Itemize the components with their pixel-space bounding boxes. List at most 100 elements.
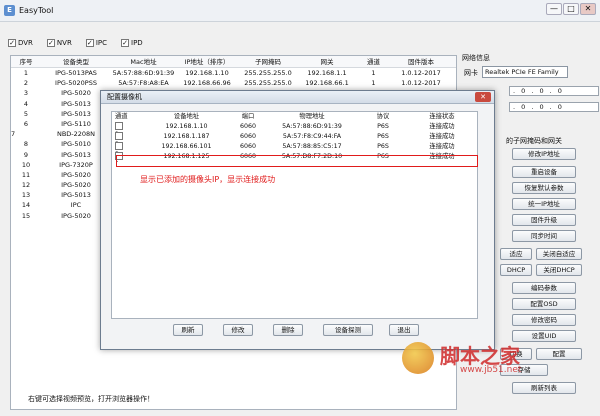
checkbox-icon[interactable] [115, 142, 123, 150]
camera-cell: P6S [377, 123, 389, 130]
panel-button[interactable]: 修改密码 [512, 314, 576, 326]
panel-button[interactable]: 恢复默认参数 [512, 182, 576, 194]
table-cell: 1 [371, 79, 376, 88]
checkbox-icon[interactable]: ✓ [8, 39, 16, 47]
dialog-button[interactable]: 修改 [223, 324, 253, 336]
panel-button[interactable]: DHCP [500, 264, 532, 276]
table-cell: 10 [21, 160, 31, 169]
table-cell: 192.168.66.96 [183, 79, 231, 88]
camera-cell: 连接成功 [429, 143, 455, 150]
table-cell: 3 [23, 89, 29, 98]
watermark-url: www.jb51.net [460, 365, 522, 375]
checkbox-icon[interactable] [115, 122, 123, 130]
panel-button[interactable]: 固件升级 [512, 214, 576, 226]
table-cell: 9 [23, 150, 29, 159]
table-cell: 6 [23, 119, 29, 128]
camera-cell: 2 [112, 132, 144, 142]
filter-nvr[interactable]: ✓ NVR [46, 37, 72, 49]
table-cell: 12 [21, 181, 31, 190]
column-header: 序号 [19, 58, 33, 66]
panel-button[interactable]: 适应 [500, 248, 532, 260]
minimize-button[interactable]: — [546, 3, 562, 15]
column-header: 端口 [241, 113, 255, 120]
camera-row[interactable]: 2 192.168.1.187 6060 5A:57:F8:C9:44:FA P6S 连接… [112, 132, 477, 142]
dialog-close-button[interactable]: ✕ [475, 92, 491, 102]
dialog-title-bar: 配置摄像机 ✕ [101, 91, 494, 104]
table-row[interactable]: 1 IPG-5013PAS 5A:57:88:6D:91:39 192.168.1.1… [11, 68, 456, 78]
table-cell: 14 [21, 201, 31, 210]
table-cell: 2 [23, 79, 29, 88]
table-cell: 5 [23, 109, 29, 118]
ip-field[interactable]: . 0 . 0 . 0 [509, 86, 599, 96]
column-header: 通道 [367, 58, 380, 66]
dialog-button[interactable]: 设备探测 [323, 324, 373, 336]
checkbox-icon[interactable]: ✓ [85, 39, 94, 47]
filter-ipd[interactable]: ✓ IPD [121, 37, 143, 49]
dialog-button[interactable]: 退出 [389, 324, 419, 336]
camera-cell: 6060 [239, 133, 257, 140]
camera-row[interactable]: 3 192.168.66.101 6060 5A:57:88:85:C5:17 P6S 连… [112, 142, 477, 152]
camera-row[interactable]: 1 192.168.1.10 6060 5A:57:88:6D:91:39 P6S 连接成… [112, 122, 477, 132]
title-bar: E EasyTool — □ ✕ [0, 0, 600, 22]
table-cell: IPG-5020PSS [55, 79, 97, 88]
column-header: 网关 [320, 58, 334, 66]
panel-button[interactable]: 统一IP地址 [512, 198, 576, 210]
checkbox-icon[interactable] [115, 132, 123, 140]
nic-select[interactable]: Realtek PCIe FE Family [482, 66, 568, 78]
watermark-logo-icon [402, 342, 434, 374]
panel-button[interactable]: 修改IP地址 [512, 148, 576, 160]
app-title: EasyTool [19, 6, 54, 15]
dialog-button[interactable]: 删除 [273, 324, 303, 336]
table-cell: 255.255.255.0 [244, 79, 292, 88]
column-header: 协议 [376, 113, 390, 120]
table-cell: 5A:57:88:6D:91:39 [112, 69, 175, 77]
table-cell: 1 [371, 69, 376, 77]
camera-cell: P6S [377, 133, 389, 140]
checkbox-icon[interactable]: ✓ [121, 39, 129, 47]
device-filter-row: ✓ DVR ✓ NVR ✓ IPC ✓ IPD [8, 37, 143, 49]
checkbox-icon[interactable]: ✓ [46, 39, 55, 47]
table-cell: 192.168.1.1 [307, 69, 347, 77]
table-cell: 15 [21, 211, 31, 220]
table-cell: 1 [23, 69, 29, 77]
panel-button[interactable]: 关闭DHCP [536, 264, 582, 276]
nic-label: 网卡 [464, 69, 478, 77]
panel-button[interactable]: 配置OSD [512, 298, 576, 310]
table-cell: 7 [11, 130, 16, 139]
maximize-button[interactable]: □ [563, 3, 579, 15]
panel-button[interactable]: 关闭自适应 [536, 248, 582, 260]
camera-cell: 连接成功 [429, 123, 455, 130]
table-cell: 192.168.66.1 [305, 79, 349, 88]
camera-cell: 5A:57:88:6D:91:39 [282, 123, 342, 130]
table-header: 序号 设备类型 Mac地址 IP地址（排序） 子网掩码 网关 通道 固件版本 [11, 56, 456, 68]
table-cell: 8 [23, 140, 29, 149]
column-header: 固件版本 [408, 58, 434, 66]
camera-cell: 6060 [239, 123, 257, 130]
camera-cell: 3 [112, 142, 144, 152]
camera-cell: 6060 [239, 143, 257, 150]
table-cell: 255.255.255.0 [244, 69, 292, 77]
table-row[interactable]: 2 IPG-5020PSS 5A:57:F8:A8:EA 192.168.66.96 2… [11, 78, 456, 88]
camera-cell: 192.168.66.101 [161, 143, 212, 150]
table-cell: 11 [21, 170, 31, 179]
network-section-title: 网络信息 [462, 54, 490, 62]
dialog-button[interactable]: 刷新 [173, 324, 203, 336]
table-cell: 5A:57:F8:A8:EA [118, 79, 169, 88]
app-logo-icon: E [4, 5, 15, 16]
panel-button[interactable]: 重启设备 [512, 166, 576, 178]
camera-cell: P6S [377, 143, 389, 150]
filter-label: IPC [95, 39, 107, 47]
camera-cell: 5A:57:F8:C9:44:FA [282, 133, 342, 140]
app-window: E EasyTool — □ ✕ ✓ DVR ✓ NVR ✓ IPC ✓ IPD 序号设… [0, 0, 600, 416]
status-text: 右键可选择视频预览，打开浏览器操作！ [28, 395, 154, 403]
filter-label: DVR [18, 39, 33, 47]
table-cell: 13 [21, 191, 31, 200]
column-header: 子网掩码 [255, 58, 281, 66]
panel-button[interactable]: 同步时间 [512, 230, 576, 242]
filter-ipc[interactable]: ✓ IPC [85, 37, 107, 49]
panel-button[interactable]: 编码参数 [512, 282, 576, 294]
mask-field[interactable]: . 0 . 0 . 0 [509, 102, 599, 112]
filter-dvr[interactable]: ✓ DVR [8, 37, 33, 49]
close-button[interactable]: ✕ [580, 3, 596, 15]
table-cell: 1.0.12-2017 [401, 79, 441, 88]
